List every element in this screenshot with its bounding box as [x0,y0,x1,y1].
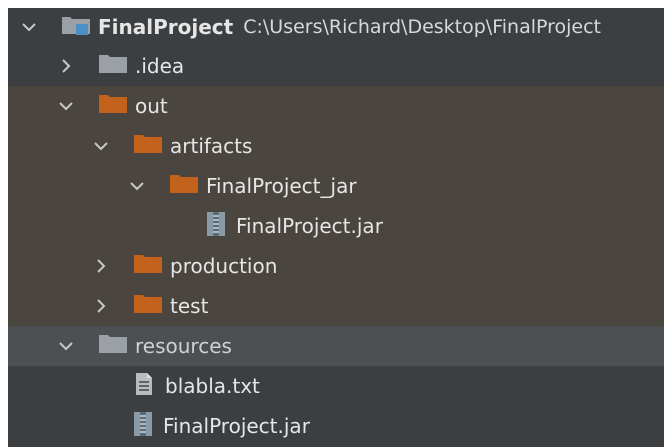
chevron-down-icon[interactable] [92,137,110,155]
text-file-icon [135,372,153,401]
excluded-folder-icon [134,134,162,159]
tree-row-production[interactable]: production [8,246,664,286]
excluded-folder-icon [134,294,162,319]
chevron-down-icon[interactable] [57,337,75,355]
tree-label-production: production [170,254,278,278]
tree-row-blabla-txt[interactable]: blabla.txt [8,366,664,406]
excluded-folder-icon [134,254,162,279]
jar-file-icon [206,211,226,242]
tree-label-idea: .idea [135,54,185,78]
project-tool-window: FinalProject C:\Users\Richard\Desktop\Fi… [8,8,664,447]
tree-row-project-root[interactable]: FinalProject C:\Users\Richard\Desktop\Fi… [8,8,664,46]
tree-label-resources: resources [135,334,232,358]
tree-label-finalproject-jar-file: FinalProject.jar [236,214,383,238]
chevron-down-icon[interactable] [20,18,38,36]
excluded-folder-icon [170,174,198,199]
project-path: C:\Users\Richard\Desktop\FinalProject [243,16,601,38]
jar-file-icon [133,411,153,442]
tree-label-test: test [170,294,209,318]
chevron-down-icon[interactable] [128,177,146,195]
folder-icon [99,54,127,79]
tree-label-artifacts: artifacts [170,134,253,158]
tree-label-finalproject-jar-folder: FinalProject_jar [206,174,357,198]
project-name: FinalProject [98,15,234,39]
tree-label-resources-jar: FinalProject.jar [163,414,310,438]
tree-row-idea[interactable]: .idea [8,46,664,86]
module-folder-icon [62,14,90,41]
tree-row-finalproject-jar-folder[interactable]: FinalProject_jar [8,166,664,206]
excluded-folder-icon [99,94,127,119]
tree-label-out: out [135,94,168,118]
chevron-down-icon[interactable] [57,97,75,115]
tree-label-blabla-txt: blabla.txt [165,374,260,398]
folder-icon [99,334,127,359]
tree-row-out[interactable]: out [8,86,664,126]
tree-row-resources[interactable]: resources [8,326,664,366]
tree-row-artifacts[interactable]: artifacts [8,126,664,166]
chevron-right-icon[interactable] [57,57,75,75]
tree-row-finalproject-jar-file[interactable]: FinalProject.jar [8,206,664,246]
tree-row-resources-jar[interactable]: FinalProject.jar [8,406,664,446]
tree-row-test[interactable]: test [8,286,664,326]
chevron-right-icon[interactable] [92,257,110,275]
chevron-right-icon[interactable] [92,297,110,315]
